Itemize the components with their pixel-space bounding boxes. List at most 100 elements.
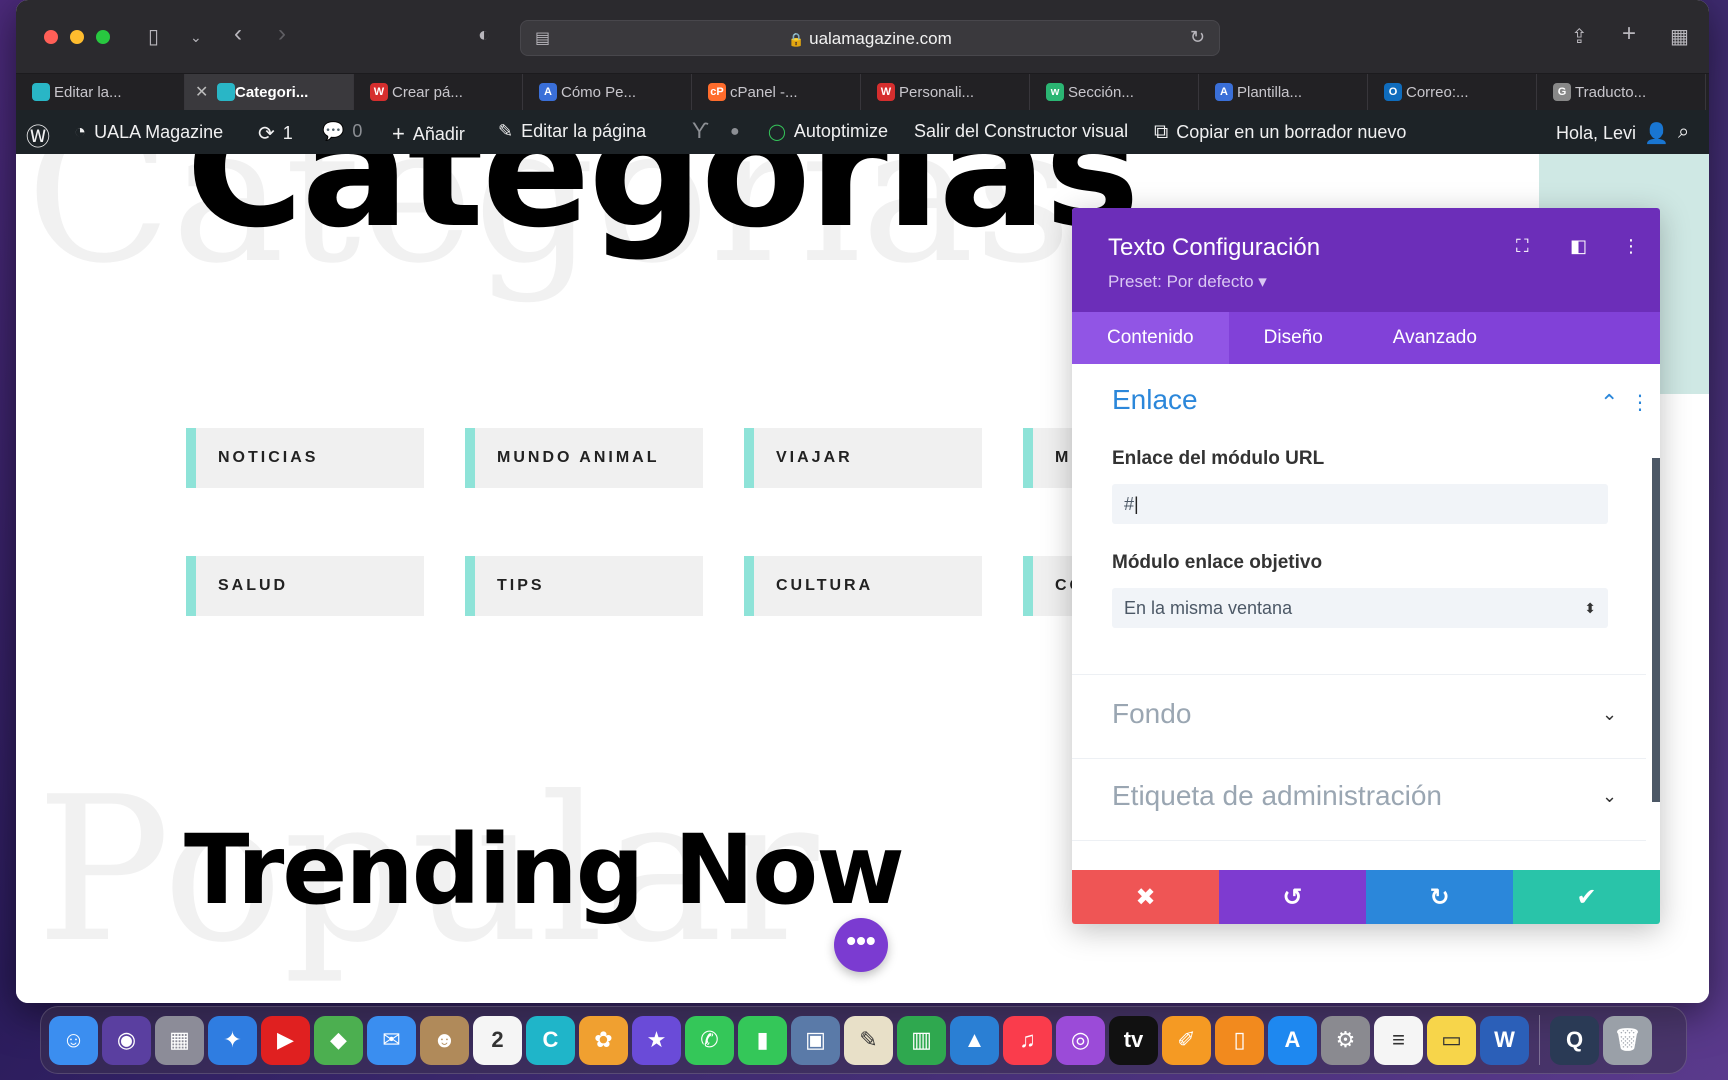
fullscreen-window-button[interactable] bbox=[96, 30, 110, 44]
autoptimize-link[interactable]: ◯ Autoptimize bbox=[768, 121, 888, 142]
safari-icon[interactable]: ✦ bbox=[208, 1015, 257, 1065]
tab-overview-icon[interactable]: ▦ bbox=[1670, 24, 1689, 49]
status-dot-icon: ● bbox=[730, 123, 740, 140]
section-enlace-title[interactable]: Enlace bbox=[1112, 384, 1198, 416]
chevron-down-icon[interactable]: ⌄ bbox=[1602, 704, 1617, 725]
canva-icon[interactable]: C bbox=[526, 1015, 575, 1065]
add-new-link[interactable]: + Añadir bbox=[392, 121, 465, 147]
tab-contenido[interactable]: Contenido bbox=[1072, 312, 1229, 364]
browser-tab[interactable]: O Correo:... bbox=[1368, 74, 1537, 110]
discard-button[interactable]: ✖ bbox=[1072, 870, 1219, 924]
mail-icon[interactable]: ✉ bbox=[367, 1015, 416, 1065]
word-icon[interactable]: W bbox=[1480, 1015, 1529, 1065]
browser-tab[interactable]: A Cómo Pe... bbox=[523, 74, 692, 110]
forward-icon[interactable]: › bbox=[278, 20, 286, 48]
category-button-cultura[interactable]: CULTURA bbox=[744, 556, 982, 616]
module-url-input[interactable]: #| bbox=[1112, 484, 1608, 524]
tab-bar: Editar la... ✕ Categori... W Crear pá... A Cóm… bbox=[16, 74, 1709, 110]
youtube-icon[interactable]: ▶ bbox=[261, 1015, 310, 1065]
preview-icon[interactable]: ▣ bbox=[791, 1015, 840, 1065]
section-options-icon[interactable]: ⋮ bbox=[1630, 390, 1650, 415]
updates-link[interactable]: ⟳ 1 bbox=[258, 121, 293, 146]
new-tab-icon[interactable]: + bbox=[1622, 20, 1636, 48]
tab-label: Crear pá... bbox=[392, 83, 463, 101]
share-icon[interactable]: ⇪ bbox=[1571, 24, 1588, 49]
exit-visual-builder-link[interactable]: Salir del Constructor visual bbox=[914, 121, 1128, 142]
tab-label: Traducto... bbox=[1575, 83, 1647, 101]
target-field-label: Módulo enlace objetivo bbox=[1112, 552, 1323, 573]
close-tab-icon[interactable]: ✕ bbox=[195, 82, 208, 102]
account-menu[interactable]: Hola, Levi 👤 bbox=[1556, 121, 1669, 146]
browser-tab[interactable]: G Traducto... bbox=[1537, 74, 1706, 110]
comments-link[interactable]: 💬 0 bbox=[322, 121, 362, 142]
siri-icon[interactable]: ◉ bbox=[102, 1015, 151, 1065]
section-admin-label-title[interactable]: Etiqueta de administración bbox=[1112, 780, 1442, 812]
more-vertical-icon[interactable]: ⋮ bbox=[1622, 236, 1640, 257]
link-target-select[interactable]: En la misma ventana ⬍ bbox=[1112, 588, 1608, 628]
dashboard-icon: ◔ bbox=[74, 121, 87, 143]
address-bar[interactable]: ▤ 🔒 ualamagazine.com ↻ bbox=[520, 20, 1220, 56]
podcasts-icon[interactable]: ◎ bbox=[1056, 1015, 1105, 1065]
tab-diseno[interactable]: Diseño bbox=[1229, 312, 1358, 364]
undo-button[interactable]: ↺ bbox=[1219, 870, 1366, 924]
reminders-icon[interactable]: ≡ bbox=[1374, 1015, 1423, 1065]
pages-icon[interactable]: ✐ bbox=[1162, 1015, 1211, 1065]
photos-icon[interactable]: ✿ bbox=[579, 1015, 628, 1065]
finder-icon[interactable]: ☺ bbox=[49, 1015, 98, 1065]
browser-tab[interactable]: w Sección... bbox=[1030, 74, 1199, 110]
copy-draft-link[interactable]: ⧉ Copiar en un borrador nuevo bbox=[1154, 121, 1406, 144]
yoast-icon[interactable]: Ƴ bbox=[692, 118, 709, 144]
keynote-icon[interactable]: ▲ bbox=[950, 1015, 999, 1065]
music-icon[interactable]: ♫ bbox=[1003, 1015, 1052, 1065]
notes-icon[interactable]: ▭ bbox=[1427, 1015, 1476, 1065]
category-button-salud[interactable]: SALUD bbox=[186, 556, 424, 616]
browser-tab[interactable]: W Crear pá... bbox=[354, 74, 523, 110]
browser-tab[interactable]: W Personali... bbox=[861, 74, 1030, 110]
category-button-noticias[interactable]: NOTICIAS bbox=[186, 428, 424, 488]
appstore-icon[interactable]: A bbox=[1268, 1015, 1317, 1065]
site-name-link[interactable]: ◔ UALA Magazine bbox=[74, 121, 223, 144]
privacy-shield-icon[interactable]: ◐ bbox=[478, 24, 490, 47]
books-icon[interactable]: ▯ bbox=[1215, 1015, 1264, 1065]
facetime-icon[interactable]: ▮ bbox=[738, 1015, 787, 1065]
category-button-viajar[interactable]: VIAJAR bbox=[744, 428, 982, 488]
appletv-icon[interactable]: tv bbox=[1109, 1015, 1158, 1065]
chevron-up-icon[interactable]: ⌃ bbox=[1600, 390, 1618, 416]
category-button-mundo-animal[interactable]: MUNDO ANIMAL bbox=[465, 428, 703, 488]
browser-tab[interactable]: Editar la... bbox=[16, 74, 185, 110]
browser-tab[interactable]: cP cPanel -... bbox=[692, 74, 861, 110]
redo-button[interactable]: ↻ bbox=[1366, 870, 1513, 924]
section-fondo-title[interactable]: Fondo bbox=[1112, 698, 1191, 730]
contacts-icon[interactable]: ☻ bbox=[420, 1015, 469, 1065]
category-button-tips[interactable]: TIPS bbox=[465, 556, 703, 616]
imovie-icon[interactable]: ★ bbox=[632, 1015, 681, 1065]
save-button[interactable]: ✔ bbox=[1513, 870, 1660, 924]
split-view-icon[interactable]: ◧ bbox=[1570, 236, 1587, 257]
minimize-window-button[interactable] bbox=[70, 30, 84, 44]
browser-tab[interactable]: A Plantilla... bbox=[1199, 74, 1368, 110]
calendar-icon[interactable]: 2 bbox=[473, 1015, 522, 1065]
search-icon[interactable]: ⌕ bbox=[1678, 121, 1689, 144]
back-icon[interactable]: ‹ bbox=[234, 20, 242, 48]
edit-page-link[interactable]: ✎ Editar la página bbox=[498, 121, 646, 142]
wordpress-logo-icon[interactable]: Ⓦ bbox=[26, 117, 50, 152]
numbers-icon[interactable]: ▥ bbox=[897, 1015, 946, 1065]
launchpad-icon[interactable]: ▦ bbox=[155, 1015, 204, 1065]
browser-tab[interactable]: ✕ Categori... bbox=[185, 74, 354, 110]
preset-selector[interactable]: Preset: Por defecto ▾ bbox=[1108, 272, 1267, 292]
messages-icon[interactable]: ✆ bbox=[685, 1015, 734, 1065]
modal-scrollbar[interactable] bbox=[1652, 458, 1660, 802]
quicktime-icon[interactable]: Q bbox=[1550, 1015, 1599, 1065]
close-window-button[interactable] bbox=[44, 30, 58, 44]
reload-icon[interactable]: ↻ bbox=[1190, 27, 1205, 48]
focus-mode-icon[interactable]: ⛶ bbox=[1516, 236, 1529, 257]
system-preferences-icon[interactable]: ⚙ bbox=[1321, 1015, 1370, 1065]
chevron-down-icon[interactable]: ⌄ bbox=[1602, 786, 1617, 807]
more-options-button[interactable]: ••• bbox=[834, 918, 888, 972]
chevron-down-icon[interactable]: ⌄ bbox=[190, 29, 202, 46]
textedit-icon[interactable]: ✎ bbox=[844, 1015, 893, 1065]
tab-avanzado[interactable]: Avanzado bbox=[1358, 312, 1512, 364]
maps-icon[interactable]: ◆ bbox=[314, 1015, 363, 1065]
trash-icon[interactable]: 🗑 bbox=[1603, 1015, 1652, 1065]
sidebar-toggle-icon[interactable]: ▯ bbox=[148, 24, 159, 49]
